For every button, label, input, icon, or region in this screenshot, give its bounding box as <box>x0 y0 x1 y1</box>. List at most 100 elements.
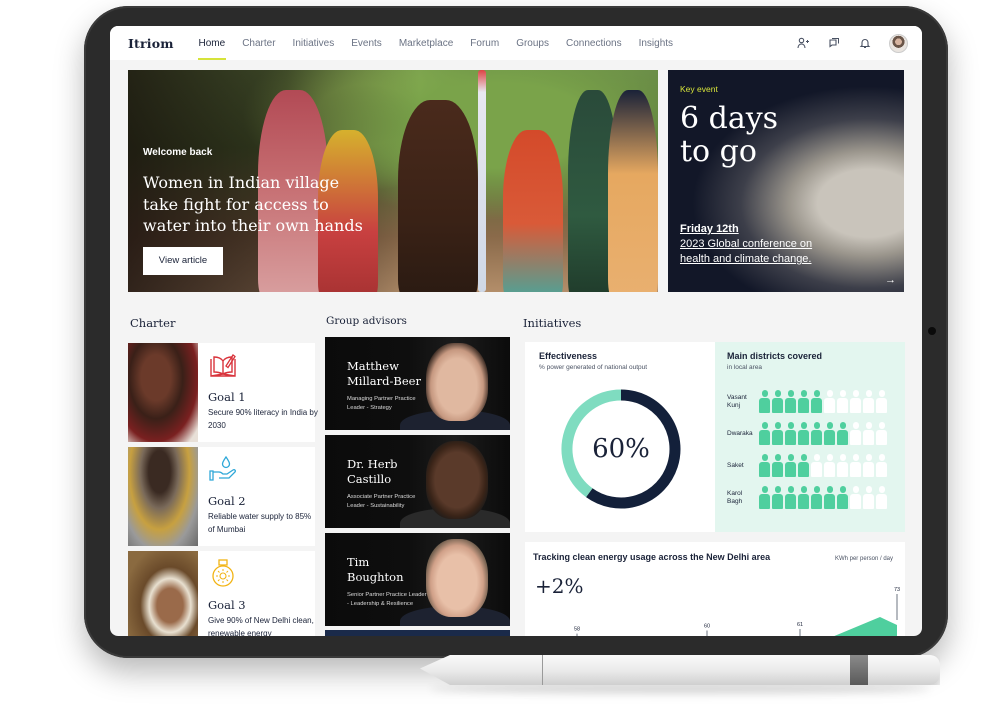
person-icon-filled <box>824 422 835 446</box>
person-icon-filled <box>772 486 783 510</box>
arrow-right-icon[interactable]: → <box>885 274 896 286</box>
hero-content: Welcome back Women in Indian village tak… <box>143 147 383 275</box>
district-row: Saket <box>727 452 887 480</box>
donut-center-label: 60% <box>592 434 650 464</box>
camera <box>928 327 936 335</box>
goal-description: Give 90% of New Delhi clean, renewable e… <box>208 616 314 636</box>
person-icon-empty <box>824 454 835 478</box>
event-date: Friday 12th <box>680 223 739 235</box>
tracking-card: 58 60 61 73 Tracking clean energy usage acr… <box>525 542 905 636</box>
person-icon-empty <box>876 422 887 446</box>
person-icon-filled <box>785 486 796 510</box>
goal-card-1[interactable]: Goal 1 Secure 90% literacy in India by 2… <box>128 343 318 442</box>
person-icon-empty <box>876 454 887 478</box>
goal-description: Secure 90% literacy in India by 2030 <box>208 408 318 430</box>
messages-icon[interactable] <box>827 36 841 50</box>
goal-title: Goal 3 <box>208 598 246 612</box>
goal-description: Reliable water supply to 85% of Mumbai <box>208 512 312 534</box>
hero-photo-figure <box>398 100 478 292</box>
nav-item-groups[interactable]: Groups <box>508 26 558 60</box>
person-icon-filled <box>785 390 796 414</box>
book-pen-icon <box>210 354 236 377</box>
nav-item-charter[interactable]: Charter <box>234 26 284 60</box>
person-icon-filled <box>811 390 822 414</box>
person-icon-empty <box>811 454 822 478</box>
nav-items: Home Charter Initiatives Events Marketplace F… <box>190 26 682 60</box>
light-bulb-icon <box>212 559 234 587</box>
advisor-card-3[interactable]: Tim Boughton Senior Partner Practice Lea… <box>325 533 510 626</box>
nav-item-home[interactable]: Home <box>190 26 234 60</box>
districts-card: Main districts covered in local area Vas… <box>715 342 905 532</box>
advisor-photo <box>426 539 488 617</box>
person-icon-empty <box>850 454 861 478</box>
person-icon-filled <box>759 486 770 510</box>
person-icon-filled <box>798 454 809 478</box>
person-icon-empty <box>850 422 861 446</box>
key-event-card[interactable]: Key event 6 days to go Friday 12th 2023 … <box>668 70 904 292</box>
charter-title: Charter <box>130 316 176 330</box>
event-countdown: 6 days to go <box>680 101 779 169</box>
person-icon-empty <box>876 486 887 510</box>
person-icon-empty <box>876 390 887 414</box>
hero-photo-water <box>478 70 486 292</box>
goal-photo <box>128 551 198 636</box>
screen: Itriom Home Charter Initiatives Events Marke… <box>110 26 922 636</box>
person-icon-empty <box>850 486 861 510</box>
person-icon-filled <box>772 454 783 478</box>
district-label: Vasant Kunj <box>727 394 747 409</box>
pen-shadow <box>430 684 930 694</box>
advisor-role: Managing Partner Practice Leader - Strat… <box>347 396 416 411</box>
tracking-unit: KWh per person / day <box>834 556 893 562</box>
effectiveness-card: Effectiveness % power generated of natio… <box>525 342 715 532</box>
person-icon-filled <box>837 422 848 446</box>
tracking-data-label: 60 <box>704 624 710 630</box>
advisor-card-2[interactable]: Dr. Herb Castillo Associate Partner Prac… <box>325 435 510 528</box>
hero-article[interactable]: Welcome back Women in Indian village tak… <box>128 70 658 292</box>
nav-icons <box>796 26 908 60</box>
hero-photo-figure <box>608 90 658 292</box>
advisor-card-more[interactable] <box>325 630 510 636</box>
effectiveness-subtitle: % power generated of national output <box>539 364 648 371</box>
nav-item-initiatives[interactable]: Initiatives <box>284 26 343 60</box>
nav-item-insights[interactable]: Insights <box>630 26 681 60</box>
advisor-name: Dr. Herb Castillo <box>347 457 398 486</box>
advisor-card-1[interactable]: Matthew Millard-Beer Managing Partner Pr… <box>325 337 510 430</box>
logo[interactable]: Itriom <box>128 36 190 51</box>
nav-item-marketplace[interactable]: Marketplace <box>390 26 461 60</box>
goal-card-2[interactable]: Goal 2 Reliable water supply to 85% of M… <box>128 447 315 546</box>
districts-subtitle: in local area <box>727 364 763 371</box>
effectiveness-title: Effectiveness <box>539 351 598 361</box>
tracking-delta: +2% <box>535 574 584 598</box>
nav-item-events[interactable]: Events <box>343 26 391 60</box>
event-kicker: Key event <box>680 84 718 94</box>
avatar[interactable] <box>889 33 908 53</box>
event-description-link[interactable]: 2023 Global conference on health and cli… <box>680 237 830 267</box>
nav-item-connections[interactable]: Connections <box>557 26 630 60</box>
water-hand-icon <box>209 455 236 481</box>
person-icon-empty <box>824 390 835 414</box>
tracking-title: Tracking clean energy usage across the N… <box>533 552 771 562</box>
bell-icon[interactable] <box>858 36 872 50</box>
add-user-icon[interactable] <box>796 36 810 50</box>
district-label: Dwaraka <box>727 430 753 437</box>
district-label: Karol Bagh <box>727 490 743 505</box>
nav-item-forum[interactable]: Forum <box>462 26 508 60</box>
advisor-name: Tim Boughton <box>347 555 404 584</box>
district-row: Vasant Kunj <box>727 388 887 416</box>
person-icon-empty <box>863 454 874 478</box>
person-icon-filled <box>811 422 822 446</box>
view-article-button[interactable]: View article <box>143 246 223 275</box>
district-row: Karol Bagh <box>727 484 887 512</box>
person-icon-empty <box>863 422 874 446</box>
advisor-photo <box>426 343 488 421</box>
hero-kicker: Welcome back <box>143 147 213 158</box>
person-icon-filled <box>785 454 796 478</box>
person-icon-filled <box>759 454 770 478</box>
person-icon-empty <box>837 390 848 414</box>
tracking-area <box>834 617 897 636</box>
person-icon-filled <box>837 486 848 510</box>
advisor-role: Senior Partner Practice Leader - Leaders… <box>347 592 427 607</box>
goal-card-3[interactable]: Goal 3 Give 90% of New Delhi clean, rene… <box>128 551 315 636</box>
person-icon-empty <box>850 390 861 414</box>
person-icon-filled <box>772 390 783 414</box>
